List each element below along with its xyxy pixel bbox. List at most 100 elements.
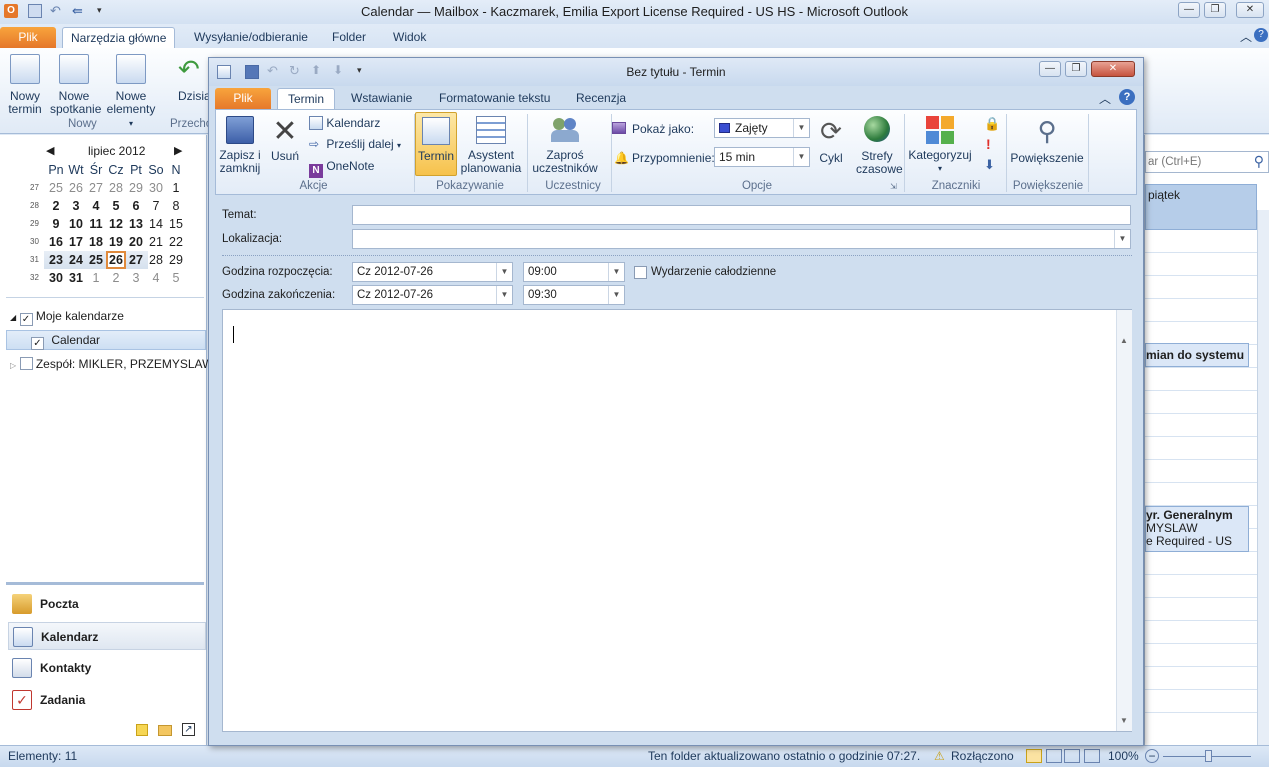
nav-splitter[interactable] [6,582,204,585]
nav-calendar[interactable]: Kalendarz [8,622,206,650]
minical-day[interactable]: 22 [166,233,186,251]
minical-next-button[interactable]: ▶ [174,144,182,157]
chevron-down-icon[interactable]: ▼ [496,286,512,304]
view-normal-icon[interactable] [1026,749,1042,763]
start-time-picker[interactable]: 09:00 ▼ [523,262,625,282]
minical-day[interactable]: 25 [46,179,66,197]
recurrence-button[interactable]: ⟳ Cykl [816,116,846,165]
invite-attendees-button[interactable]: Zaproś uczestników [532,116,598,175]
checkbox-checked-icon[interactable]: ✓ [31,337,44,350]
scroll-up-icon[interactable]: ▲ [1120,336,1128,345]
tab-file[interactable]: Plik [0,27,56,48]
notes-body-editor[interactable]: ▲ ▼ [222,309,1132,732]
chevron-down-icon[interactable]: ▼ [608,263,624,281]
nav-contacts[interactable]: Kontakty [8,654,206,682]
minical-day[interactable]: 31 [66,269,86,287]
minimize-button[interactable]: — [1178,2,1200,18]
minical-day[interactable]: 10 [66,215,86,233]
minical-day[interactable]: 7 [146,197,166,215]
scroll-down-icon[interactable]: ▼ [1120,716,1128,725]
scheduling-assistant-button[interactable]: Asystent planowania [460,116,522,175]
delete-button[interactable]: ✕ Usuń [266,116,304,163]
private-lock-icon[interactable]: 🔒 [984,116,1000,132]
tab-file[interactable]: Plik [215,88,271,110]
minical-day[interactable]: 17 [66,233,86,251]
view-grid-icon[interactable] [1064,749,1080,763]
new-items-button[interactable]: Nowe elementy ▾ [103,54,159,130]
minical-day[interactable]: 23 [46,251,66,269]
dialog-maximize-button[interactable]: ❐ [1065,61,1087,77]
save-close-button[interactable]: Zapisz i zamknij [218,116,262,175]
my-calendars-group[interactable]: ◢ ✓ Moje kalendarze [10,309,124,326]
minical-day[interactable]: 26 [106,251,126,269]
location-input[interactable]: ▼ [352,229,1131,249]
minical-day[interactable]: 12 [106,215,126,233]
tab-insert[interactable]: Wstawianie [341,88,422,110]
zoom-level[interactable]: 100% [1108,746,1139,767]
minical-day[interactable]: 5 [106,197,126,215]
dialog-minimize-button[interactable]: — [1039,61,1061,77]
appointment-view-button[interactable]: Termin [415,112,457,176]
new-meeting-button[interactable]: Nowe spotkanie [50,54,101,116]
low-importance-icon[interactable]: ⬇ [984,157,995,173]
all-day-checkbox[interactable] [634,266,647,279]
minical-day[interactable]: 29 [126,179,146,197]
folder-icon[interactable] [158,725,172,736]
minical-day[interactable]: 24 [66,251,86,269]
tab-send-receive[interactable]: Wysyłanie/odbieranie [186,27,316,48]
view-compact-icon[interactable] [1046,749,1062,763]
view-reading-icon[interactable] [1084,749,1100,763]
expand-triangle-icon[interactable]: ▷ [10,361,16,370]
minical-day[interactable]: 27 [126,251,146,269]
minical-day[interactable]: 29 [166,251,186,269]
minical-day[interactable]: 16 [46,233,66,251]
nav-mail[interactable]: Poczta [8,590,206,618]
ribbon-collapse-icon[interactable]: ︿ [1240,28,1252,45]
calendar-item-selected[interactable]: ✓ Calendar [6,330,206,350]
ribbon-collapse-icon[interactable]: ︿ [1099,90,1111,107]
nav-tasks[interactable]: ✓ Zadania [8,686,206,714]
minical-day[interactable]: 15 [166,215,186,233]
chevron-down-icon[interactable]: ▼ [608,286,624,304]
minical-day[interactable]: 1 [86,269,106,287]
high-importance-icon[interactable]: ! [986,136,991,152]
time-zones-button[interactable]: Strefy czasowe [856,116,903,176]
minical-day[interactable]: 2 [46,197,66,215]
minical-day[interactable]: 4 [146,269,166,287]
minical-day[interactable]: 26 [66,179,86,197]
subject-input[interactable] [352,205,1131,225]
minical-day[interactable]: 3 [126,269,146,287]
minical-day[interactable]: 6 [126,197,146,215]
show-as-dropdown[interactable]: Zajęty ▼ [714,118,810,138]
minical-prev-button[interactable]: ◀ [46,144,54,157]
minical-day[interactable]: 25 [86,251,106,269]
close-button[interactable]: ✕ [1236,2,1264,18]
minical-day[interactable]: 27 [86,179,106,197]
minical-day[interactable]: 3 [66,197,86,215]
onenote-button[interactable]: N OneNote [309,160,374,178]
zoom-slider-thumb[interactable] [1205,750,1212,762]
maximize-button[interactable]: ❐ [1204,2,1226,18]
minical-day[interactable]: 4 [86,197,106,215]
tab-format-text[interactable]: Formatowanie tekstu [429,88,560,110]
reminder-dropdown[interactable]: 15 min ▼ [714,147,810,167]
tab-review[interactable]: Recenzja [566,88,636,110]
vertical-scrollbar[interactable] [1257,210,1269,745]
forward-button[interactable]: ⇨ Prześlij dalej ▾ [309,138,401,152]
minical-day[interactable]: 20 [126,233,146,251]
end-date-picker[interactable]: Cz 2012-07-26 ▼ [352,285,513,305]
tab-view[interactable]: Widok [385,27,434,48]
body-scrollbar[interactable]: ▲ ▼ [1116,310,1132,731]
notes-icon[interactable] [136,724,148,736]
tab-folder[interactable]: Folder [324,27,374,48]
team-calendars-group[interactable]: ▷ Zespół: MIKLER, PRZEMYSLAW [10,357,213,371]
minical-day[interactable]: 30 [46,269,66,287]
search-icon[interactable]: ⚲ [1254,153,1264,170]
checkbox-checked-icon[interactable]: ✓ [19,313,33,326]
zoom-out-icon[interactable]: − [1145,749,1159,763]
end-time-picker[interactable]: 09:30 ▼ [523,285,625,305]
minical-day[interactable]: 30 [146,179,166,197]
minical-day[interactable]: 19 [106,233,126,251]
minical-day[interactable]: 1 [166,179,186,197]
calendar-button[interactable]: Kalendarz [309,116,380,130]
